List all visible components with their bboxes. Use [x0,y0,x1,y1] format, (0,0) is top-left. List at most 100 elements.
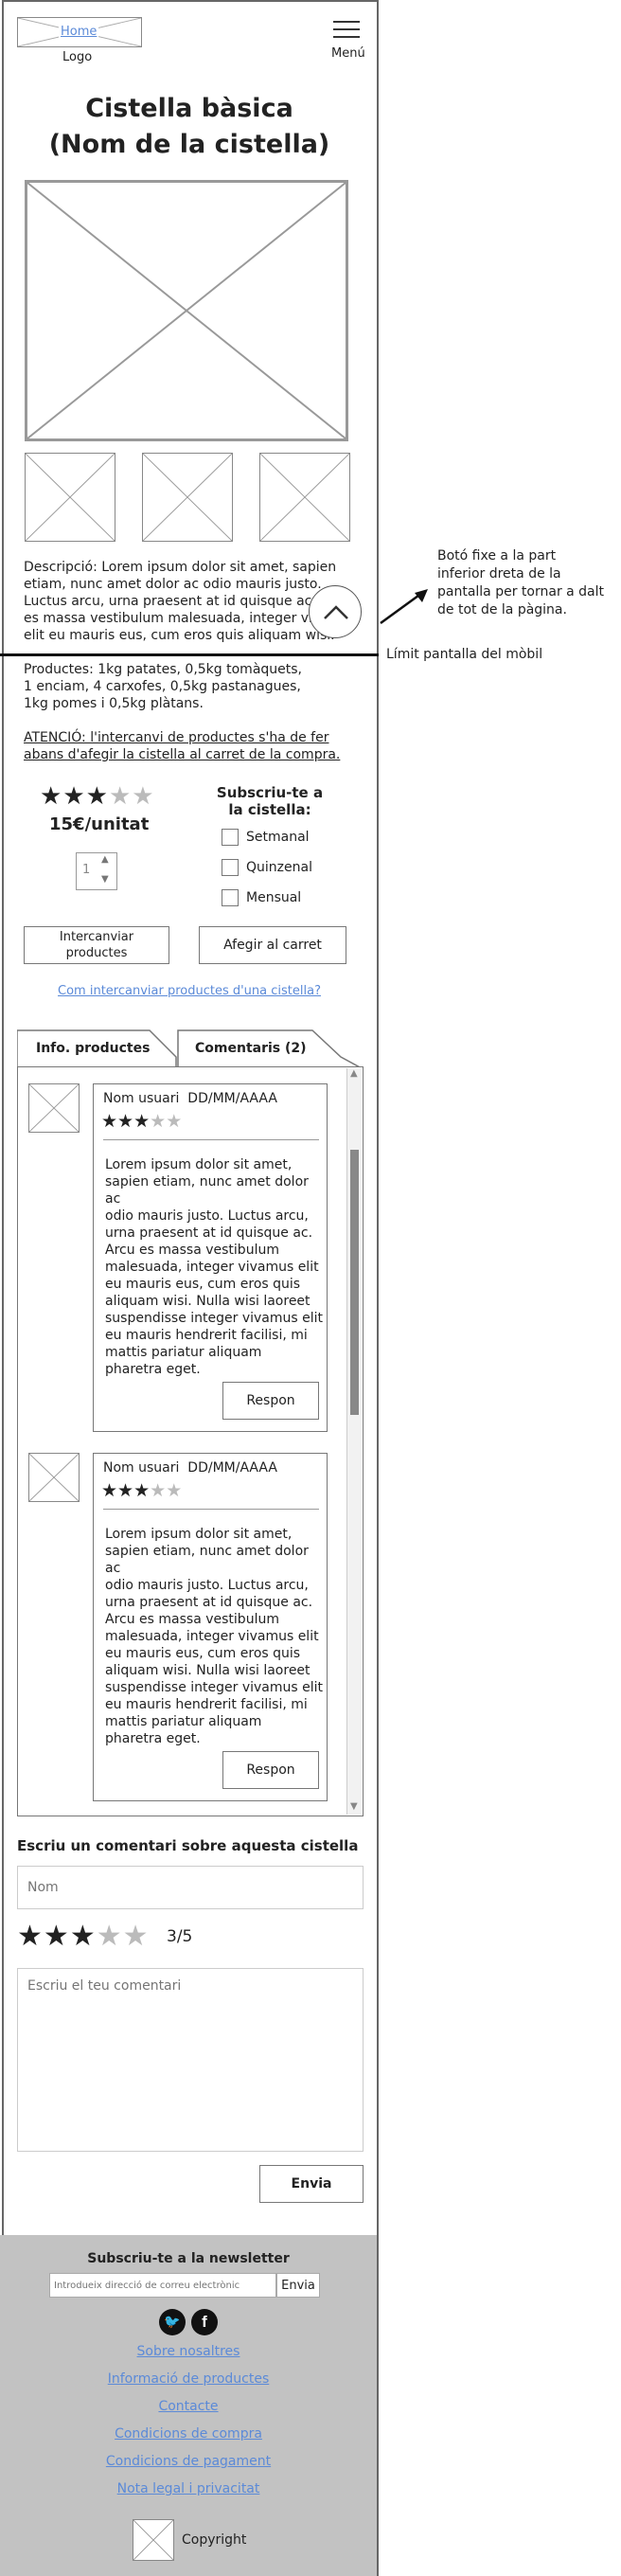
comment-line: mattis pariatur aliquam [105,1345,262,1360]
scroll-down-arrow-icon[interactable]: ▼ [350,1801,358,1812]
star-icon: ★ [132,782,155,811]
write-comment-title: Escriu un comentari sobre aquesta cistel… [17,1837,359,1854]
star-icon: ★ [101,1480,118,1501]
comments-scrollbar[interactable]: ▲ ▼ [346,1068,362,1815]
subscribe-weekly-checkbox[interactable] [222,829,239,846]
comment-rating-input[interactable]: ★★★★★ [17,1923,150,1951]
comment-body: Lorem ipsum dolor sit amet, sapien etiam… [105,1526,325,1747]
menu-label: Menú [331,46,365,61]
exchange-products-button[interactable]: Intercanviar productes [24,926,169,964]
comment-line: urna praesent at id quisque ac. [105,1225,313,1241]
comment-line: aliquam wisi. Nulla wisi laoreet [105,1663,310,1678]
reply-button[interactable]: Respon [222,1751,319,1789]
comment-line: eu mauris hendrerit facilisi, mi [105,1328,308,1343]
footer-link-payment-terms[interactable]: Condicions de pagament [0,2453,377,2470]
star-icon: ★ [117,1111,134,1132]
footer-link-product-info[interactable]: Informació de productes [0,2370,377,2388]
star-icon: ★ [40,782,63,811]
subscribe-weekly-label: Setmanal [246,830,310,845]
product-price: 15€/unitat [49,814,150,834]
comment-user-date: Nom usuari DD/MM/AAAA [103,1091,277,1106]
subscribe-monthly-label: Mensual [246,890,302,905]
comment-line: odio mauris justo. Luctus arcu, [105,1578,309,1593]
star-icon[interactable]: ★ [44,1920,70,1953]
comment-line: Arcu es massa vestibulum [105,1243,279,1258]
subscribe-title-line: la cistella: [228,801,311,818]
comment-line: aliquam wisi. Nulla wisi laoreet [105,1294,310,1309]
newsletter-email-input[interactable] [49,2273,276,2298]
footer-link-purchase-terms[interactable]: Condicions de compra [0,2425,377,2442]
send-comment-button[interactable]: Envia [259,2165,364,2203]
product-title-line2: (Nom de la cistella) [48,130,330,159]
hamburger-menu-icon[interactable] [333,19,360,42]
comment-line: sapien etiam, nunc amet dolor ac [105,1174,309,1207]
footer-link-legal-privacy[interactable]: Nota legal i privacitat [0,2480,377,2497]
comment-textarea[interactable] [17,1968,364,2152]
subscribe-biweekly-checkbox[interactable] [222,859,239,876]
comment-line: malesuada, integer vivamus elit [105,1629,319,1644]
comment-card: Nom usuari DD/MM/AAAA ★★★★★ Lorem ipsum … [93,1453,328,1801]
comment-rating: ★★★★★ [101,1111,182,1132]
product-rating: ★★★★★ [40,784,155,809]
decrement-arrow-icon[interactable]: ▼ [101,874,109,885]
star-icon[interactable]: ★ [97,1920,123,1953]
star-icon[interactable]: ★ [70,1920,97,1953]
tab-product-info[interactable]: Info. productes [36,1040,150,1057]
products-line: Productes: 1kg patates, 0,5kg tomàquets, [24,662,302,677]
home-link[interactable]: Home [59,24,99,41]
exchange-help-link[interactable]: Com intercanviar productes d'una cistell… [19,983,360,1000]
product-title-line1: Cistella bàsica [85,94,293,123]
copyright-text: Copyright [182,2532,247,2548]
rating-value: 3/5 [167,1927,193,1946]
mobile-limit-label: Límit pantalla del mòbil [386,647,543,662]
comment-name-input[interactable] [17,1866,364,1909]
product-description: Descripció: Lorem ipsum dolor sit amet, … [24,559,346,644]
scroll-up-arrow-icon[interactable]: ▲ [350,1068,358,1079]
footer: Subscriu-te a la newsletter Envia 🐦 f So… [0,2235,377,2576]
star-icon: ★ [117,1480,134,1501]
product-title: Cistella bàsica (Nom de la cistella) [19,91,360,163]
quantity-stepper[interactable]: 1 ▲ ▼ [76,852,117,890]
star-icon[interactable]: ★ [17,1920,44,1953]
note-line: inferior dreta de la [437,566,561,581]
description-line: Descripció: Lorem ipsum dolor sit amet, … [24,560,337,575]
thumbnail-image-1[interactable] [25,453,115,542]
comment-line: malesuada, integer vivamus elit [105,1260,319,1275]
star-icon[interactable]: ★ [123,1920,150,1953]
footer-link-contact[interactable]: Contacte [0,2398,377,2415]
comment-line: odio mauris justo. Luctus arcu, [105,1208,309,1224]
description-line: elit eu mauris eus, cum eros quis aliqua… [24,628,335,643]
footer-link-about[interactable]: Sobre nosaltres [0,2343,377,2360]
scrollbar-thumb[interactable] [350,1150,359,1415]
add-to-cart-button[interactable]: Afegir al carret [199,926,346,964]
star-icon: ★ [150,1480,167,1501]
comment-line: urna praesent at id quisque ac. [105,1595,313,1610]
note-line: Botó fixe a la part [437,548,557,564]
comment-line: eu mauris hendrerit facilisi, mi [105,1697,308,1712]
newsletter-send-button[interactable]: Envia [276,2273,320,2298]
thumbnail-image-2[interactable] [142,453,233,542]
comment-user-date: Nom usuari DD/MM/AAAA [103,1460,277,1476]
reply-button[interactable]: Respon [222,1382,319,1420]
chevron-up-icon [324,605,348,619]
main-product-image [25,180,348,441]
subscribe-title-line: Subscriu-te a [216,784,324,801]
increment-arrow-icon[interactable]: ▲ [101,854,109,865]
comment-line: sapien etiam, nunc amet dolor ac [105,1544,309,1576]
star-icon: ★ [150,1111,167,1132]
tab-comments[interactable]: Comentaris (2) [195,1040,307,1057]
star-icon: ★ [62,782,86,811]
thumbnail-image-3[interactable] [259,453,350,542]
products-line: 1 enciam, 4 carxofes, 0,5kg pastanagues, [24,679,301,694]
products-line: 1kg pomes i 0,5kg plàtans. [24,696,204,711]
subscribe-monthly-checkbox[interactable] [222,889,239,906]
commenter-avatar [28,1453,80,1502]
star-icon: ★ [85,782,109,811]
divider [103,1509,319,1510]
comment-line: suspendisse integer vivamus elit [105,1680,324,1695]
annotation-arrow [380,589,428,625]
back-to-top-button[interactable] [309,585,362,638]
facebook-icon[interactable]: f [191,2309,218,2335]
twitter-icon[interactable]: 🐦 [159,2309,186,2335]
divider [103,1139,319,1140]
